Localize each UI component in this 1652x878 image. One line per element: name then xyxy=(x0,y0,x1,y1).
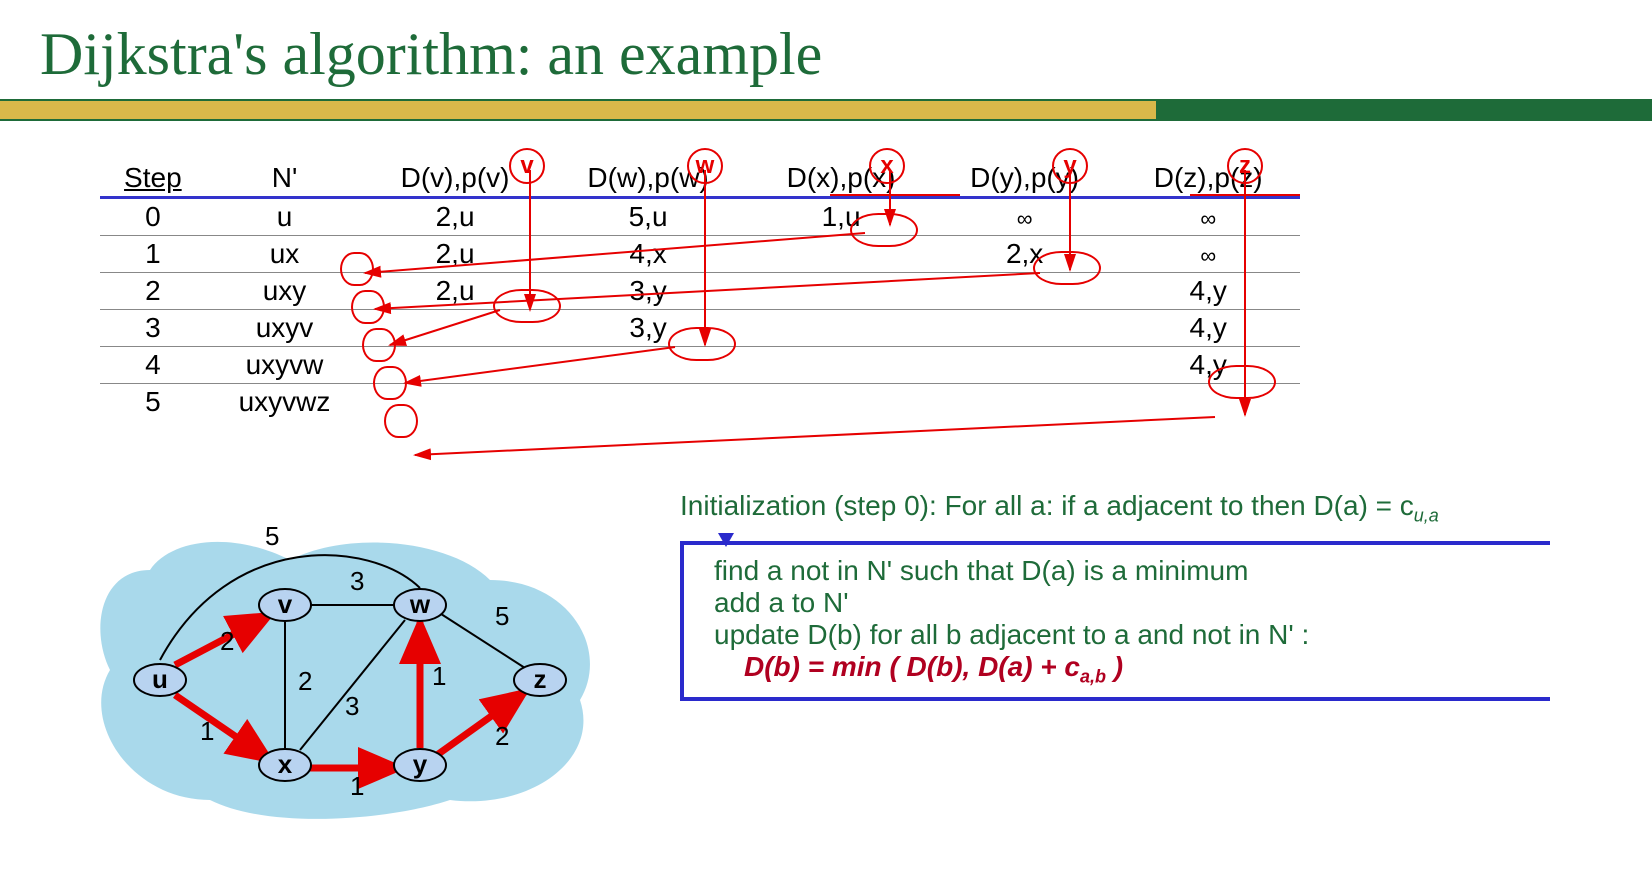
min-circle xyxy=(1033,251,1101,285)
svg-text:z: z xyxy=(534,664,547,694)
cell-dw: 3,y xyxy=(547,273,749,310)
algo-line: find a not in N' such that D(a) is a min… xyxy=(714,555,1540,587)
nprime-addition-circle xyxy=(373,366,407,400)
nprime-addition-circle xyxy=(362,328,396,362)
svg-text:y: y xyxy=(413,749,428,779)
svg-text:1: 1 xyxy=(200,716,214,746)
cell-dy xyxy=(933,384,1117,421)
col-header: D(x),p(x) xyxy=(749,160,933,198)
cell-dz: ∞ xyxy=(1116,198,1300,236)
svg-text:x: x xyxy=(278,749,293,779)
nprime-addition-circle xyxy=(384,404,418,438)
min-formula: D(b) = min ( D(b), D(a) + ca,b ) xyxy=(744,651,1540,688)
min-circle xyxy=(668,327,736,361)
cell-dz: 4,y xyxy=(1116,310,1300,347)
svg-text:v: v xyxy=(278,589,293,619)
cell-dw xyxy=(547,384,749,421)
letter-circle-x: x xyxy=(869,148,905,184)
cell-nprime: uxyvwz xyxy=(206,384,364,421)
cell-step: 3 xyxy=(100,310,206,347)
col-header: N' xyxy=(206,160,364,198)
svg-text:3: 3 xyxy=(350,566,364,596)
svg-text:2: 2 xyxy=(495,721,509,751)
cell-dw: 5,u xyxy=(547,198,749,236)
letter-circle-v: v xyxy=(509,148,545,184)
slide-title: Dijkstra's algorithm: an example xyxy=(0,0,1652,99)
min-circle xyxy=(493,289,561,323)
col-header: Step xyxy=(100,160,206,198)
init-line: Initialization (step 0): For all a: if a… xyxy=(680,490,1550,527)
svg-text:5: 5 xyxy=(495,601,509,631)
algo-line: add a to N' xyxy=(714,587,1540,619)
svg-text:1: 1 xyxy=(350,771,364,801)
cell-dz: ∞ xyxy=(1116,236,1300,273)
svg-text:2: 2 xyxy=(298,666,312,696)
cell-step: 0 xyxy=(100,198,206,236)
letter-circle-w: w xyxy=(687,148,723,184)
algorithm-text: Initialization (step 0): For all a: if a… xyxy=(680,490,1550,701)
cell-dy xyxy=(933,310,1117,347)
cell-dz: 4,y xyxy=(1116,273,1300,310)
cell-nprime: uxy xyxy=(206,273,364,310)
svg-text:w: w xyxy=(409,589,431,619)
cell-dx xyxy=(749,347,933,384)
min-circle xyxy=(1208,365,1276,399)
cell-dv: 2,u xyxy=(363,236,547,273)
cell-nprime: uxyv xyxy=(206,310,364,347)
divider-bar xyxy=(0,99,1652,121)
col-header: D(z),p(z) xyxy=(1116,160,1300,198)
cell-nprime: u xyxy=(206,198,364,236)
dijkstra-table: StepN'D(v),p(v)D(w),p(w)D(x),p(x)D(y),p(… xyxy=(100,160,1300,420)
cell-step: 5 xyxy=(100,384,206,421)
cell-step: 1 xyxy=(100,236,206,273)
cell-step: 4 xyxy=(100,347,206,384)
cell-dy: ∞ xyxy=(933,198,1117,236)
loop-box: find a not in N' such that D(a) is a min… xyxy=(680,541,1550,702)
graph-diagram: u v w x y z 2 1 5 3 2 3 1 1 2 5 xyxy=(90,510,610,830)
cell-dw: 4,x xyxy=(547,236,749,273)
svg-text:u: u xyxy=(152,664,168,694)
cell-dx xyxy=(749,310,933,347)
cell-step: 2 xyxy=(100,273,206,310)
nprime-addition-circle xyxy=(351,290,385,324)
svg-text:5: 5 xyxy=(265,521,279,551)
cell-dy xyxy=(933,347,1117,384)
cell-dx xyxy=(749,384,933,421)
min-circle xyxy=(850,213,918,247)
nprime-addition-circle xyxy=(340,252,374,286)
cell-nprime: uxyvw xyxy=(206,347,364,384)
letter-circle-z: z xyxy=(1227,148,1263,184)
algo-line: update D(b) for all b adjacent to a and … xyxy=(714,619,1540,651)
svg-text:2: 2 xyxy=(220,626,234,656)
svg-text:3: 3 xyxy=(345,691,359,721)
letter-circle-y: y xyxy=(1052,148,1088,184)
svg-text:1: 1 xyxy=(432,661,446,691)
cell-dv: 2,u xyxy=(363,198,547,236)
cell-dx xyxy=(749,273,933,310)
col-header: D(y),p(y) xyxy=(933,160,1117,198)
